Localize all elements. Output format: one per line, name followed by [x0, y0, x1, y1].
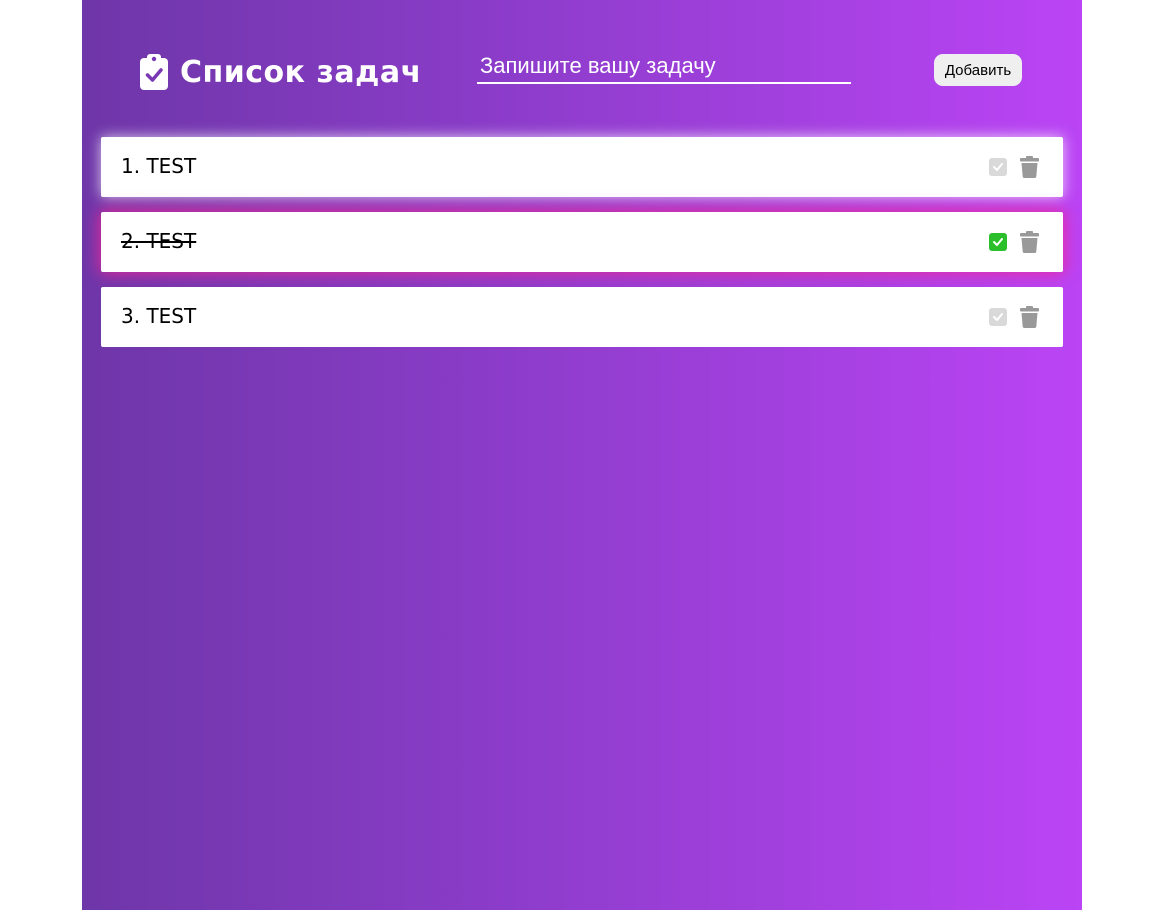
- page-title: Список задач: [180, 54, 422, 90]
- task-text: 1. TEST: [121, 154, 197, 178]
- header: Список задач Добавить: [82, 0, 1082, 140]
- complete-checkbox[interactable]: [989, 233, 1007, 251]
- title-block: Список задач: [140, 50, 422, 94]
- check-icon: [993, 238, 1003, 246]
- app-container: Список задач Добавить 1. TEST 2. TEST: [82, 0, 1082, 910]
- trash-icon[interactable]: [1020, 231, 1039, 253]
- trash-icon[interactable]: [1020, 156, 1039, 178]
- trash-icon[interactable]: [1020, 306, 1039, 328]
- add-task-button[interactable]: Добавить: [934, 54, 1022, 86]
- task-text: 3. TEST: [121, 304, 197, 328]
- complete-checkbox[interactable]: [989, 158, 1007, 176]
- check-icon: [993, 313, 1003, 321]
- clipboard-check-icon: [140, 54, 168, 90]
- task-input[interactable]: [477, 50, 851, 84]
- task-list: 1. TEST 2. TEST 3. TEST: [101, 137, 1063, 362]
- task-item: 3. TEST: [101, 287, 1063, 347]
- check-icon: [993, 163, 1003, 171]
- complete-checkbox[interactable]: [989, 308, 1007, 326]
- task-text: 2. TEST: [121, 229, 197, 253]
- task-item: 2. TEST: [101, 212, 1063, 272]
- task-item: 1. TEST: [101, 137, 1063, 197]
